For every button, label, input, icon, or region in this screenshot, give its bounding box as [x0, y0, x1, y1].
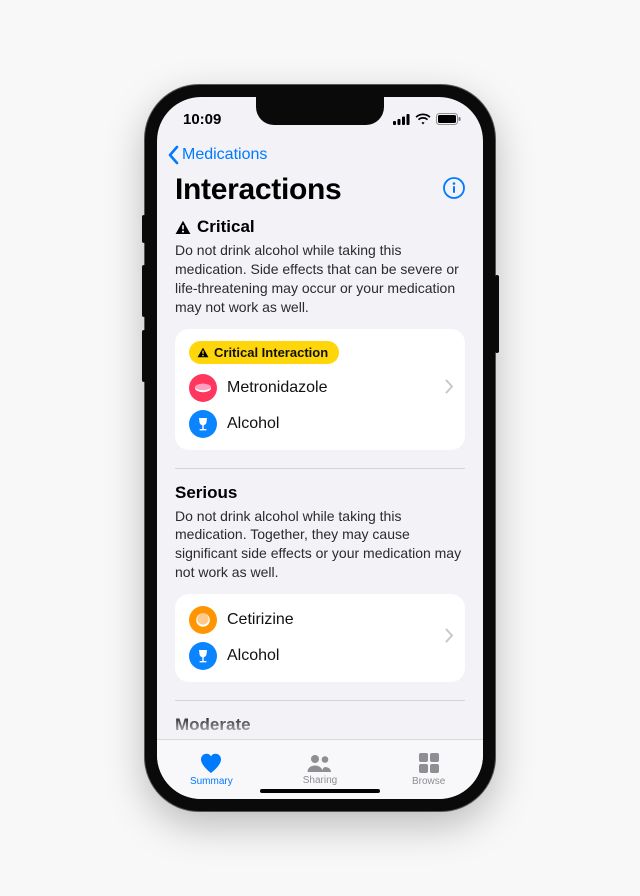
divider	[175, 700, 465, 701]
tab-label: Sharing	[303, 775, 337, 786]
chevron-left-icon	[167, 145, 179, 165]
status-time: 10:09	[183, 111, 221, 128]
interaction-card-critical[interactable]: Critical Interaction Metronidazole Alcoh…	[175, 329, 465, 450]
content-scroll[interactable]: Interactions Critical Do not drink alcoh…	[157, 171, 483, 739]
section-heading-critical: Critical	[175, 217, 465, 237]
tab-bar: Summary Sharing Browse	[157, 739, 483, 799]
chevron-right-icon	[445, 380, 453, 399]
wine-glass-icon	[189, 410, 217, 438]
section-heading-label: Serious	[175, 483, 237, 503]
tab-summary[interactable]: Summary	[157, 740, 266, 799]
side-button	[142, 330, 146, 382]
warning-icon	[175, 220, 191, 235]
tab-label: Browse	[412, 776, 445, 787]
people-icon	[306, 753, 334, 773]
section-heading-label: Critical	[197, 217, 255, 237]
cellular-icon	[393, 114, 410, 125]
drug-name: Alcohol	[227, 647, 279, 665]
side-button	[142, 265, 146, 317]
drug-name: Metronidazole	[227, 379, 328, 397]
battery-icon	[436, 113, 461, 125]
side-button	[142, 215, 146, 243]
drug-row: Alcohol	[189, 410, 451, 438]
drug-name: Cetirizine	[227, 611, 294, 629]
phone-frame: 10:09 Medications Interactions Criti	[145, 85, 495, 811]
chevron-right-icon	[445, 629, 453, 648]
wine-glass-icon	[189, 642, 217, 670]
section-heading-serious: Serious	[175, 483, 465, 503]
section-heading-moderate: Moderate	[175, 715, 465, 735]
home-indicator[interactable]	[260, 789, 380, 793]
warning-icon	[197, 347, 209, 358]
info-icon	[443, 177, 465, 199]
heart-icon	[199, 752, 223, 774]
tab-label: Summary	[190, 776, 233, 787]
pill-icon	[189, 374, 217, 402]
grid-icon	[418, 752, 440, 774]
divider	[175, 468, 465, 469]
status-right	[393, 113, 461, 125]
section-desc-critical: Do not drink alcohol while taking this m…	[175, 241, 465, 317]
pill-icon	[189, 606, 217, 634]
tab-browse[interactable]: Browse	[374, 740, 483, 799]
drug-row: Alcohol	[189, 642, 451, 670]
critical-pill-label: Critical Interaction	[214, 345, 328, 360]
screen: 10:09 Medications Interactions Criti	[157, 97, 483, 799]
section-desc-serious: Do not drink alcohol while taking this m…	[175, 507, 465, 583]
interaction-card-serious[interactable]: Cetirizine Alcohol	[175, 594, 465, 682]
section-heading-label: Moderate	[175, 715, 251, 735]
info-button[interactable]	[443, 177, 465, 204]
critical-pill: Critical Interaction	[189, 341, 339, 364]
side-button	[495, 275, 499, 353]
page-title: Interactions	[175, 173, 341, 207]
nav-back-button[interactable]: Medications	[157, 141, 483, 171]
drug-name: Alcohol	[227, 415, 279, 433]
drug-row: Cetirizine	[189, 606, 451, 634]
nav-back-label: Medications	[182, 146, 267, 164]
notch	[256, 97, 384, 125]
wifi-icon	[415, 113, 431, 125]
drug-row: Metronidazole	[189, 374, 451, 402]
